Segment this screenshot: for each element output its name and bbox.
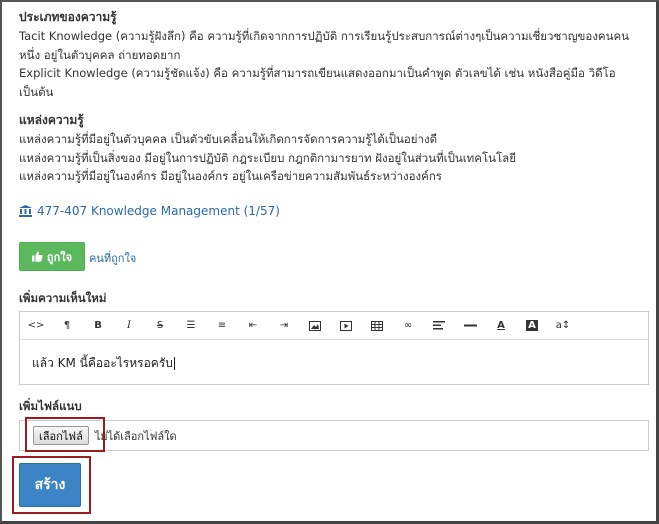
paragraph-icon[interactable]: ¶	[55, 314, 79, 338]
source-item: แหล่งความรู้ที่มีอยู่ในตัวบุคคล เป็นตัวข…	[19, 132, 438, 146]
explicit-text-line1: Explicit Knowledge (ความรู้ชัดแจ้ง) คือ …	[19, 66, 616, 80]
bold-icon[interactable]: B	[86, 314, 110, 338]
attach-label: เพิ่มไฟล์แนบ	[19, 399, 82, 413]
code-icon[interactable]: <>	[24, 314, 48, 338]
course-link[interactable]: 477-407 Knowledge Management (1/57)	[19, 204, 280, 218]
background-color-icon[interactable]: A	[520, 314, 544, 338]
explicit-text-line2: เป็นต้น	[19, 84, 54, 99]
horizontal-rule-icon[interactable]	[458, 314, 482, 338]
ordered-list-icon[interactable]: ≡	[210, 314, 234, 338]
outdent-icon[interactable]: ⇤	[241, 314, 265, 338]
institution-icon	[19, 205, 32, 217]
no-file-text: ไม่ได้เลือกไฟล์ใด	[94, 429, 177, 443]
image-icon[interactable]	[303, 314, 327, 338]
likers-link[interactable]: คนที่ถูกใจ	[89, 249, 136, 267]
italic-icon[interactable]: I	[117, 314, 141, 338]
types-heading: ประเภทของความรู้	[19, 10, 117, 24]
font-color-icon[interactable]: A	[489, 314, 513, 338]
course-link-label: 477-407 Knowledge Management (1/57)	[37, 204, 280, 218]
comment-label: เพิ่มความเห็นใหม่	[19, 291, 107, 305]
indent-icon[interactable]: ⇥	[272, 314, 296, 338]
sources-heading: แหล่งความรู้	[19, 113, 84, 127]
editor-text: แล้ว KM นี้คืออะไรหรอครับ	[32, 356, 173, 370]
align-icon[interactable]	[427, 314, 451, 338]
tacit-text-line1: Tacit Knowledge (ความรู้ฝังลึก) คือ ความ…	[19, 29, 630, 43]
tacit-text-line2: หนึ่ง อยู่ในตัวบุคคล ถ่ายทอดยาก	[19, 47, 181, 62]
post-content: ประเภทของความรู้ Tacit Knowledge (ความรู…	[19, 8, 651, 196]
thumbs-up-icon	[31, 251, 43, 262]
font-size-icon[interactable]: a↕	[551, 314, 575, 338]
file-input[interactable]: เลือกไฟล์ ไม่ได้เลือกไฟล์ใด	[19, 420, 649, 451]
unordered-list-icon[interactable]: ☰	[179, 314, 203, 338]
comment-editor[interactable]: <> ¶ B I S ☰ ≡ ⇤ ⇥ ∞ A A a↕ แล้ว KM นี้ค…	[19, 311, 649, 385]
highlight-box-create	[12, 456, 91, 514]
like-button[interactable]: ถูกใจ	[19, 242, 85, 271]
video-icon[interactable]	[334, 314, 358, 338]
source-item: แหล่งความรู้ที่เป็นสิ่งของ มีอยู่ในการปฏ…	[19, 150, 516, 165]
like-button-label: ถูกใจ	[46, 250, 73, 264]
table-icon[interactable]	[365, 314, 389, 338]
editor-toolbar: <> ¶ B I S ☰ ≡ ⇤ ⇥ ∞ A A a↕	[20, 312, 648, 340]
text-caret	[173, 357, 175, 370]
link-icon[interactable]: ∞	[396, 314, 420, 338]
editor-content[interactable]: แล้ว KM นี้คืออะไรหรอครับ	[20, 340, 648, 387]
source-item: แหล่งความรู้ที่มีอยู่ในองค์กร มีอยู่ในอง…	[19, 169, 442, 183]
strikethrough-icon[interactable]: S	[148, 314, 172, 338]
highlight-box-file	[25, 417, 105, 452]
